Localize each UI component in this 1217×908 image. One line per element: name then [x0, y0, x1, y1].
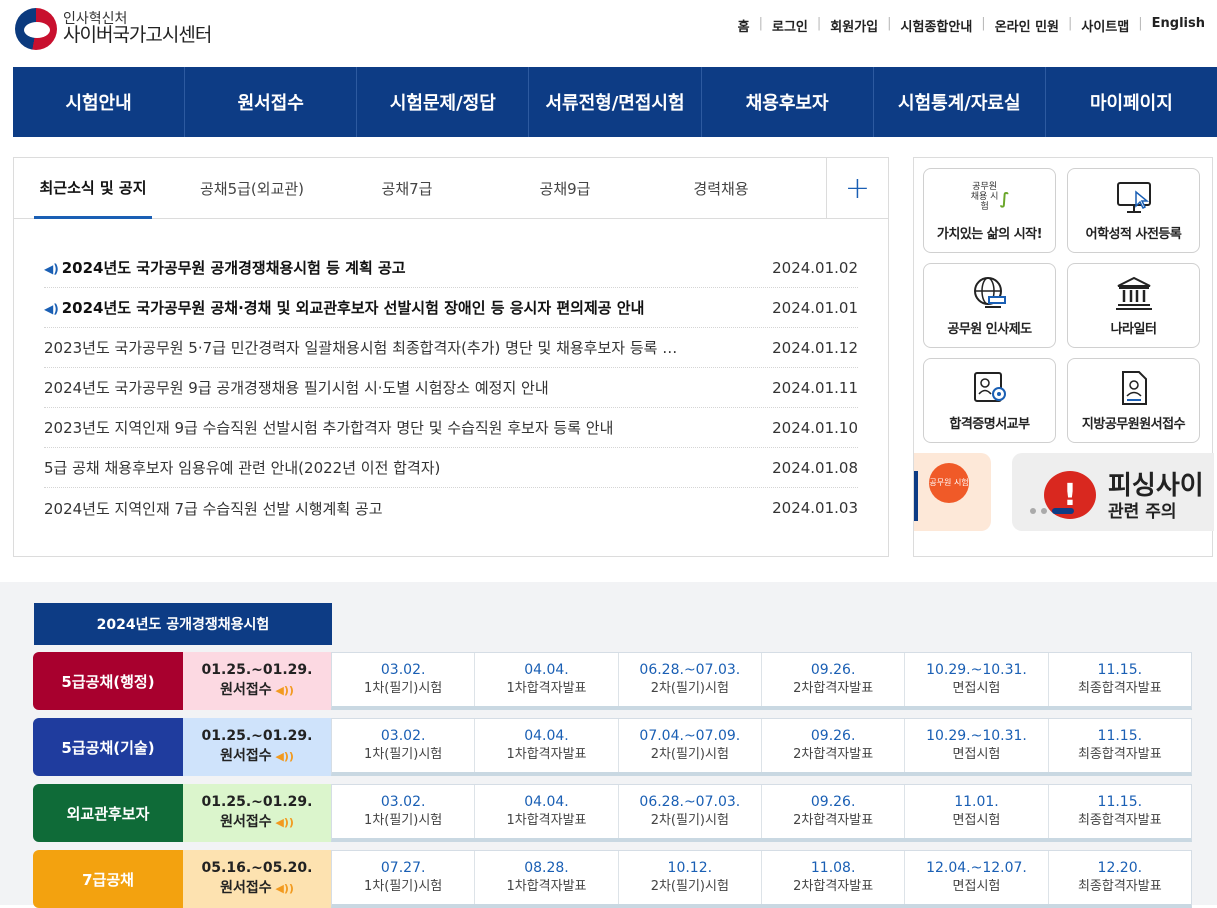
banner-pagination[interactable]	[1030, 508, 1074, 514]
main-navigation: 시험안내 원서접수 시험문제/정답 서류전형/면접시험 채용후보자 시험통계/자…	[13, 67, 1217, 137]
quick-links-panel: 공무원 채용 시험 ∫ 가치있는 삶의 시작! 어학성적 사전등록 공무원 인사제…	[913, 157, 1214, 557]
logo-title: 사이버국가고시센터	[63, 24, 212, 47]
megaphone-icon: ◀))	[271, 882, 294, 895]
taegeuk-logo-icon	[15, 8, 57, 50]
gnb-exam-info[interactable]: 시험안내	[13, 67, 186, 137]
gnb-application[interactable]: 원서접수	[185, 67, 358, 137]
monitor-cursor-icon	[1114, 179, 1154, 217]
gnb-document-interview[interactable]: 서류전형/면접시험	[529, 67, 702, 137]
schedule-step: 11.15. 최종합격자발표	[1077, 793, 1162, 829]
megaphone-icon: ◀))	[271, 816, 294, 829]
gnb-mypage[interactable]: 마이페이지	[1046, 67, 1217, 137]
schedule-title: 2024년도 공개경쟁채용시험	[34, 603, 332, 645]
schedule-step: 10.29.~10.31. 면접시험	[905, 719, 1049, 772]
notice-panel: 최근소식 및 공지 공채5급(외교관) 공채7급 공채9급 경력채용 + ◀) 2…	[13, 157, 889, 557]
schedule-step: 06.28.~07.03. 2차(필기)시험	[619, 653, 762, 706]
schedule-step: 04.04. 1차합격자발표	[475, 653, 619, 706]
schedule-step: 11.15. 최종합격자발표	[1077, 661, 1162, 697]
schedule-step: 03.02. 1차(필기)시험	[332, 719, 476, 772]
schedule-row: 7급공채 05.16.~05.20. 원서접수 ◀)) 07.27. 1차(필기)시험 0…	[33, 850, 1192, 908]
notice-list: ◀) 2024년도 국가공무원 공개경쟁채용시험 등 계획 공고 2024.01.0…	[44, 248, 858, 528]
schedule-step: 04.04. 1차합격자발표	[475, 785, 619, 838]
quick-local-application[interactable]: 지방공무원원서접수	[1067, 358, 1200, 443]
certificate-icon	[970, 369, 1010, 407]
government-building-icon	[1114, 274, 1154, 312]
util-link-login[interactable]: 로그인	[772, 16, 808, 35]
schedule-step: 11.08. 2차합격자발표	[762, 851, 906, 904]
application-period[interactable]: 01.25.~01.29. 원서접수 ◀))	[183, 652, 331, 710]
schedule-step: 07.04.~07.09. 2차(필기)시험	[619, 719, 762, 772]
list-item[interactable]: ◀) 2024년도 국가공무원 공개경쟁채용시험 등 계획 공고 2024.01.0…	[44, 248, 858, 288]
globe-gavel-icon	[970, 274, 1010, 312]
util-link-sitemap[interactable]: 사이트맵	[1081, 16, 1129, 35]
application-period[interactable]: 01.25.~01.29. 원서접수 ◀))	[183, 718, 331, 776]
application-period[interactable]: 05.16.~05.20. 원서접수 ◀))	[183, 850, 331, 908]
quick-recruit-start[interactable]: 공무원 채용 시험 ∫ 가치있는 삶의 시작!	[923, 168, 1056, 253]
phishing-warning-banner[interactable]: ! 피싱사이 관련 주의	[1012, 453, 1214, 531]
schedule-step: 09.26. 2차합격자발표	[762, 719, 906, 772]
gnb-statistics[interactable]: 시험통계/자료실	[874, 67, 1046, 137]
schedule-step: 10.29.~10.31. 면접시험	[905, 653, 1049, 706]
megaphone-icon: ◀))	[271, 684, 294, 697]
util-link-english[interactable]: English	[1152, 16, 1205, 35]
util-link-online-civil[interactable]: 온라인 민원	[995, 16, 1059, 35]
list-item[interactable]: ◀) 2024년도 국가공무원 공채·경채 및 외교관후보자 선발시험 장애인 등…	[44, 288, 858, 328]
speaker-icon: ◀)	[44, 302, 59, 316]
document-person-icon	[1114, 369, 1154, 407]
schedule-step: 07.27. 1차(필기)시험	[332, 851, 476, 904]
more-plus-icon[interactable]: +	[826, 158, 888, 219]
list-item[interactable]: 2023년도 지역인재 9급 수습직원 선발시험 추가합격자 명단 및 수습직원…	[44, 408, 858, 448]
schedule-step: 06.28.~07.03. 2차(필기)시험	[619, 785, 762, 838]
recruit-logo-icon: 공무원 채용 시험 ∫	[970, 182, 1010, 212]
quick-hr-system[interactable]: 공무원 인사제도	[923, 263, 1056, 348]
schedule-step: 03.02. 1차(필기)시험	[332, 653, 476, 706]
schedule-category[interactable]: 7급공채	[33, 850, 183, 908]
list-item[interactable]: 2024년도 국가공무원 9급 공개경쟁채용 필기시험 시·도별 시험장소 예정…	[44, 368, 858, 408]
list-item[interactable]: 2024년도 지역인재 7급 수습직원 선발 시행계획 공고 2024.01.03	[44, 488, 858, 528]
schedule-category[interactable]: 5급공채(행정)	[33, 652, 183, 710]
schedule-row: 5급공채(기술) 01.25.~01.29. 원서접수 ◀)) 03.02. 1차(필기…	[33, 718, 1192, 776]
tab-career[interactable]: 경력채용	[666, 158, 776, 219]
exam-badge: 공무원 시험	[929, 463, 969, 503]
schedule-step: 11.01. 면접시험	[905, 785, 1049, 838]
site-logo[interactable]: 인사혁신처 사이버국가고시센터	[15, 8, 212, 50]
list-item[interactable]: 2023년도 국가공무원 5·7급 민간경력자 일괄채용시험 최종합격자(추가)…	[44, 328, 858, 368]
util-link-signup[interactable]: 회원가입	[830, 16, 878, 35]
utility-nav: 홈 | 로그인 | 회원가입 | 시험종합안내 | 온라인 민원 | 사이트맵 | Engl…	[737, 16, 1205, 35]
speaker-icon: ◀)	[44, 262, 59, 276]
schedule-category[interactable]: 외교관후보자	[33, 784, 183, 842]
megaphone-icon: ◀))	[271, 750, 294, 763]
quick-certificate[interactable]: 합격증명서교부	[923, 358, 1056, 443]
quick-language-score[interactable]: 어학성적 사전등록	[1067, 168, 1200, 253]
schedule-row: 외교관후보자 01.25.~01.29. 원서접수 ◀)) 03.02. 1차(필기)시…	[33, 784, 1192, 842]
quick-narailteo[interactable]: 나라일터	[1067, 263, 1200, 348]
tab-recent-notice[interactable]: 최근소식 및 공지	[34, 158, 152, 219]
schedule-category[interactable]: 5급공채(기술)	[33, 718, 183, 776]
gnb-candidates[interactable]: 채용후보자	[702, 67, 874, 137]
tab-grade9[interactable]: 공채9급	[510, 158, 620, 219]
exam-promo-banner[interactable]: 공무원 시험	[914, 453, 991, 531]
tab-grade5-diplomat[interactable]: 공채5급(외교관)	[192, 158, 312, 219]
site-header: 인사혁신처 사이버국가고시센터 홈 | 로그인 | 회원가입 | 시험종합안내 | 온라…	[0, 0, 1217, 67]
tab-grade7[interactable]: 공채7급	[352, 158, 462, 219]
schedule-step: 12.04.~12.07. 면접시험	[905, 851, 1049, 904]
schedule-step: 12.20. 최종합격자발표	[1077, 859, 1162, 895]
schedule-row: 5급공채(행정) 01.25.~01.29. 원서접수 ◀)) 03.02. 1차(필기…	[33, 652, 1192, 710]
schedule-step: 03.02. 1차(필기)시험	[332, 785, 476, 838]
util-link-home[interactable]: 홈	[738, 16, 750, 35]
schedule-step: 10.12. 2차(필기)시험	[619, 851, 762, 904]
schedule-step: 09.26. 2차합격자발표	[762, 785, 906, 838]
schedule-step: 04.04. 1차합격자발표	[475, 719, 619, 772]
schedule-step: 08.28. 1차합격자발표	[475, 851, 619, 904]
application-period[interactable]: 01.25.~01.29. 원서접수 ◀))	[183, 784, 331, 842]
util-link-exam-guide[interactable]: 시험종합안내	[901, 16, 973, 35]
list-item[interactable]: 5급 공채 채용후보자 임용유예 관련 안내(2022년 이전 합격자) 2024…	[44, 448, 858, 488]
schedule-step: 09.26. 2차합격자발표	[762, 653, 906, 706]
notice-tabs: 최근소식 및 공지 공채5급(외교관) 공채7급 공채9급 경력채용 +	[14, 158, 888, 219]
schedule-step: 11.15. 최종합격자발표	[1077, 727, 1162, 763]
gnb-questions-answers[interactable]: 시험문제/정답	[357, 67, 530, 137]
